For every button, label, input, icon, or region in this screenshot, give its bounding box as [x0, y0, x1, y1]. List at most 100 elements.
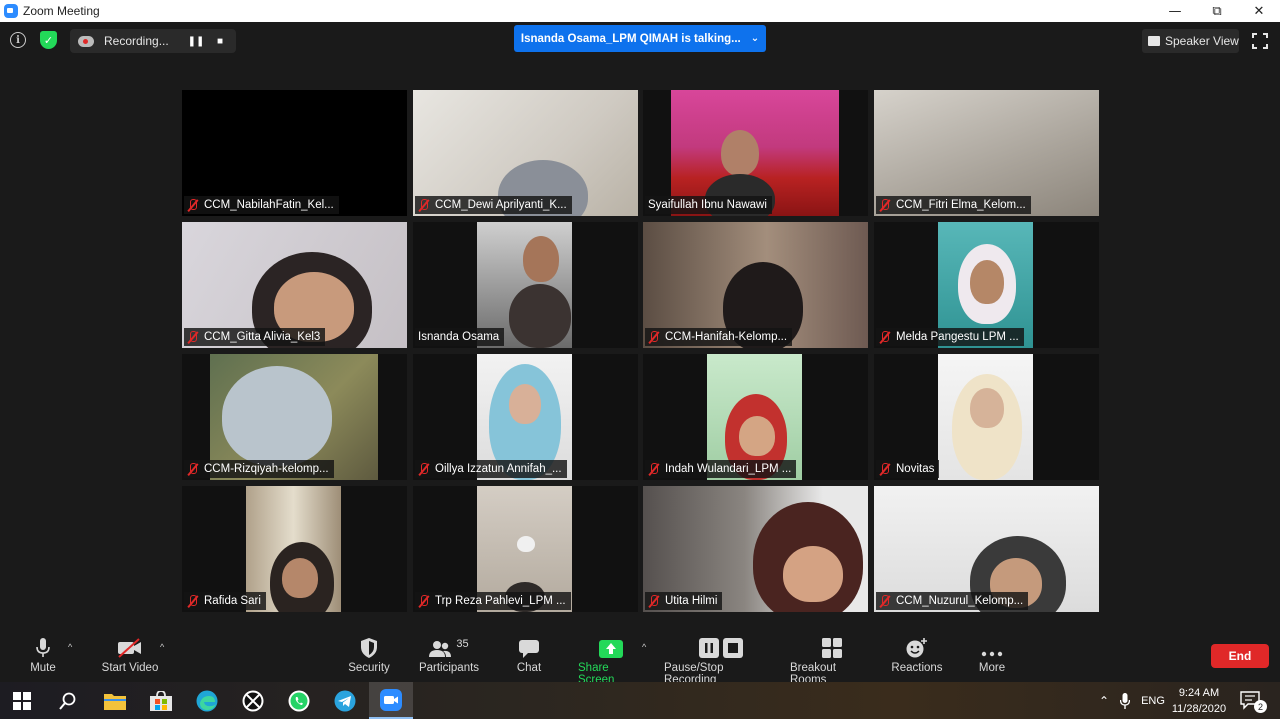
video-tile[interactable]: Syaifullah Ibnu Nawawi [643, 90, 868, 216]
whatsapp-icon[interactable] [286, 688, 312, 714]
participant-name-tag: CCM_Dewi Aprilyanti_K... [415, 196, 572, 214]
fullscreen-icon[interactable] [1251, 32, 1269, 50]
speaker-view-icon [1148, 36, 1160, 46]
microphone-icon[interactable] [1112, 692, 1138, 709]
chevron-down-icon: ⌄ [750, 33, 760, 44]
windows-start-icon[interactable] [9, 688, 35, 714]
video-tile[interactable]: Utita Hilmi [643, 486, 868, 612]
participant-figure [783, 546, 843, 602]
reactions-button[interactable]: Reactions [891, 636, 943, 674]
restore-button[interactable]: ⧉ [1196, 0, 1238, 22]
chat-label: Chat [516, 662, 542, 674]
participant-name-tag: Indah Wulandari_LPM ... [645, 460, 797, 478]
close-button[interactable]: ✕ [1238, 0, 1280, 22]
video-tile[interactable]: Novitas [874, 354, 1099, 480]
participant-name-tag: Utita Hilmi [645, 592, 723, 610]
video-tile[interactable]: CCM_Dewi Aprilyanti_K... [413, 90, 638, 216]
taskbar-clock[interactable]: 9:24 AM 11/28/2020 [1168, 685, 1230, 717]
shield-icon [361, 638, 377, 658]
encryption-shield-icon[interactable]: ✓ [40, 31, 57, 49]
video-tile[interactable]: Trp Reza Pahlevi_LPM ... [413, 486, 638, 612]
start-video-label: Start Video [101, 662, 159, 674]
stop-recording-button[interactable]: ■ [208, 36, 232, 47]
muted-mic-icon [187, 330, 199, 344]
search-icon[interactable] [55, 688, 81, 714]
meeting-info-icon[interactable]: i [10, 32, 26, 48]
participants-button[interactable]: 35 Participants [418, 636, 480, 674]
recording-label: Recording... [104, 34, 169, 48]
share-screen-icon [599, 640, 623, 658]
video-tile[interactable]: CCM_NabilahFatin_Kel... [182, 90, 407, 216]
reactions-icon [906, 638, 927, 658]
video-tile[interactable]: CCM-Rizqiyah-kelomp... [182, 354, 407, 480]
participant-figure [970, 388, 1004, 428]
security-button[interactable]: Security [346, 636, 392, 674]
participant-name-tag: Syaifullah Ibnu Nawawi [645, 196, 772, 214]
minimize-button[interactable]: — [1154, 0, 1196, 22]
video-tile[interactable]: CCM_Fitri Elma_Kelom... [874, 90, 1099, 216]
share-screen-button[interactable]: Share Screen [578, 636, 644, 686]
video-tile[interactable]: CCM_Nuzurul_Kelomp... [874, 486, 1099, 612]
muted-mic-icon [879, 198, 891, 212]
window-titlebar: Zoom Meeting — ⧉ ✕ [0, 0, 1280, 22]
meeting-area: i ✓ Recording... ❚❚ ■ Isnanda Osama_LPM … [0, 22, 1280, 634]
participant-name-tag: CCM-Hanifah-Kelomp... [645, 328, 793, 346]
participant-name-tag: Oillya Izzatun Annifah_... [415, 460, 567, 478]
muted-mic-icon [879, 330, 891, 344]
chevron-up-icon[interactable]: ⌃ [1096, 694, 1112, 708]
language-indicator[interactable]: ENG [1138, 695, 1168, 707]
muted-mic-icon [187, 462, 199, 476]
video-tile[interactable]: Melda Pangestu LPM ... [874, 222, 1099, 348]
windows-taskbar: ⌃ ENG 9:24 AM 11/28/2020 2 [0, 682, 1280, 719]
breakout-rooms-button[interactable]: Breakout Rooms [790, 636, 874, 686]
video-tile[interactable]: Rafida Sari [182, 486, 407, 612]
active-speaker-banner[interactable]: Isnanda Osama_LPM QIMAH is talking... ⌄ [514, 25, 766, 52]
pause-stop-icon [699, 638, 743, 658]
share-options-caret-icon[interactable]: ^ [642, 642, 646, 652]
telegram-icon[interactable] [332, 688, 358, 714]
speaker-view-label: Speaker View [1165, 34, 1239, 48]
notifications-icon[interactable]: 2 [1238, 688, 1267, 714]
video-tile[interactable]: Oillya Izzatun Annifah_... [413, 354, 638, 480]
window-title: Zoom Meeting [23, 4, 100, 18]
file-explorer-icon[interactable] [102, 688, 128, 714]
zoom-logo-icon [4, 4, 18, 18]
video-tile[interactable]: Isnanda Osama [413, 222, 638, 348]
muted-mic-icon [648, 594, 660, 608]
edge-browser-icon[interactable] [194, 688, 220, 714]
clock-date: 11/28/2020 [1171, 703, 1227, 715]
microsoft-store-icon[interactable] [148, 688, 174, 714]
xbox-icon[interactable] [240, 688, 266, 714]
participant-figure [721, 130, 759, 176]
microphone-icon [36, 638, 50, 657]
video-tile[interactable]: CCM_Gitta Alivia_Kel3 [182, 222, 407, 348]
video-tile[interactable]: Indah Wulandari_LPM ... [643, 354, 868, 480]
participant-figure [517, 536, 535, 552]
video-options-caret-icon[interactable]: ^ [160, 642, 164, 652]
mute-label: Mute [30, 662, 56, 674]
participant-figure [970, 260, 1004, 304]
pause-stop-recording-button[interactable]: Pause/Stop Recording [664, 636, 778, 686]
muted-mic-icon [418, 462, 430, 476]
mute-button[interactable]: Mute [28, 636, 58, 674]
video-off-icon [118, 638, 141, 658]
zoom-app-icon[interactable] [369, 682, 413, 719]
muted-mic-icon [879, 594, 891, 608]
more-button[interactable]: More [976, 636, 1008, 674]
muted-mic-icon [418, 198, 430, 212]
audio-options-caret-icon[interactable]: ^ [68, 642, 72, 652]
participant-name-tag: Melda Pangestu LPM ... [876, 328, 1024, 346]
participant-figure [509, 284, 571, 348]
participants-count: 35 [456, 638, 469, 650]
chat-button[interactable]: Chat [514, 636, 544, 674]
participant-name-tag: CCM_Gitta Alivia_Kel3 [184, 328, 326, 346]
pause-recording-button[interactable]: ❚❚ [184, 36, 208, 47]
end-meeting-button[interactable]: End [1211, 644, 1269, 668]
speaker-view-button[interactable]: Speaker View [1142, 29, 1239, 53]
muted-mic-icon [879, 462, 891, 476]
start-video-button[interactable]: Start Video [100, 636, 160, 674]
participant-name-tag: CCM_Nuzurul_Kelomp... [876, 592, 1029, 610]
video-tile[interactable]: CCM-Hanifah-Kelomp... [643, 222, 868, 348]
reactions-label: Reactions [891, 662, 943, 674]
participant-name-tag: Novitas [876, 460, 940, 478]
